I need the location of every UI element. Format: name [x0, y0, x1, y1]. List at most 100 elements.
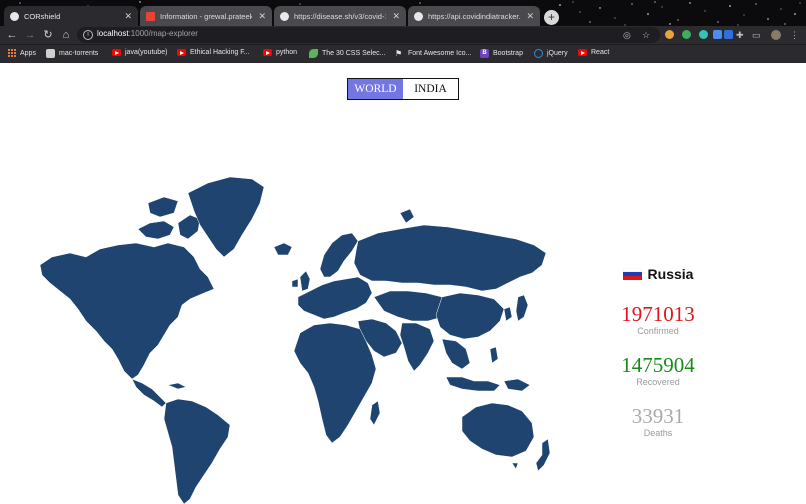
map-region-russia[interactable] — [353, 224, 547, 292]
bookmark-css-selectors[interactable]: The 30 CSS Selec... — [309, 49, 385, 58]
home-icon[interactable]: ⌂ — [59, 28, 73, 42]
close-icon[interactable]: ✕ — [258, 11, 266, 22]
tab-title: https://disease.sh/v3/covid-19/ — [294, 11, 387, 21]
map-region-ellesmere[interactable] — [147, 196, 179, 218]
map-region-madagascar[interactable] — [369, 400, 381, 426]
map-region-novaya-zemlya[interactable] — [399, 208, 415, 224]
map-region-north-america[interactable] — [39, 242, 215, 380]
map-region-tasmania[interactable] — [511, 462, 519, 470]
info-icon[interactable]: i — [83, 30, 93, 40]
map-region-central-america[interactable] — [131, 378, 167, 408]
bookmark-star-icon[interactable]: ☆ — [642, 30, 650, 40]
browser-chrome: CORshield ✕ Information - grewal.prateek… — [0, 0, 806, 63]
close-icon[interactable]: ✕ — [392, 11, 400, 22]
youtube-icon — [112, 49, 121, 56]
map-region-greenland[interactable] — [187, 176, 265, 258]
map-region-new-guinea[interactable] — [503, 378, 531, 392]
bookmark-react[interactable]: React — [578, 49, 609, 56]
map-region-uk[interactable] — [299, 270, 311, 292]
confirmed-value: 1971013 — [621, 302, 695, 326]
region-toggle: WORLD INDIA — [347, 78, 459, 100]
grammarly-extension-icon[interactable] — [699, 30, 708, 39]
recovered-label: Recovered — [636, 377, 680, 387]
address-bar[interactable]: i localhost:1000/map-explorer ◎ ☆ — [77, 27, 660, 43]
bootstrap-icon: B — [480, 49, 489, 58]
map-region-iceland[interactable] — [273, 242, 293, 256]
map-region-scandinavia[interactable] — [319, 232, 359, 278]
recovered-stat: 1475904 Recovered — [600, 354, 716, 387]
bookmark-python[interactable]: python — [263, 49, 297, 56]
youtube-icon — [177, 49, 186, 56]
puzzle-icon[interactable]: ✚ — [736, 30, 744, 40]
extension-icon[interactable] — [724, 30, 733, 39]
url-text: localhost:1000/map-explorer — [97, 29, 198, 38]
menu-kebab-icon[interactable]: ⋮ — [790, 30, 799, 40]
bookmark-apps[interactable]: Apps — [8, 49, 36, 57]
tab-title: CORshield — [24, 11, 61, 21]
shield-extension-icon[interactable] — [682, 30, 691, 39]
extension-icon[interactable] — [713, 30, 722, 39]
map-region-new-zealand[interactable] — [535, 438, 551, 472]
map-region-caribbean[interactable] — [167, 382, 187, 390]
site-icon — [46, 49, 55, 58]
cast-icon[interactable]: ▭ — [752, 30, 761, 40]
bookmark-bootstrap[interactable]: B Bootstrap — [480, 49, 523, 58]
map-region-china[interactable] — [435, 292, 505, 340]
map-region-africa[interactable] — [293, 322, 377, 444]
deaths-value: 33931 — [631, 404, 685, 428]
map-region-southeast-asia[interactable] — [441, 338, 471, 370]
new-tab-button[interactable]: + — [544, 10, 559, 25]
country-name: Russia — [647, 266, 694, 282]
globe-icon — [10, 11, 19, 21]
map-region-south-america[interactable] — [163, 398, 231, 504]
recovered-value: 1475904 — [621, 353, 695, 377]
world-map[interactable] — [38, 173, 558, 504]
russia-flag-icon — [622, 268, 642, 280]
map-region-japan[interactable] — [515, 294, 529, 322]
globe-icon — [280, 11, 289, 21]
bookmark-ethical-hacking[interactable]: Ethical Hacking F... — [177, 49, 250, 56]
map-region-arctic-canada[interactable] — [137, 220, 175, 240]
map-explorer-page: WORLD INDIA Russia 1971013 Confirmed 147… — [0, 63, 806, 504]
india-button[interactable]: INDIA — [403, 79, 458, 99]
world-button[interactable]: WORLD — [348, 79, 403, 99]
leaf-icon — [309, 49, 318, 58]
avatar[interactable] — [771, 30, 781, 40]
deaths-stat: 33931 Deaths — [600, 405, 716, 438]
tab-title: https://api.covidindiatracker.c — [428, 11, 521, 21]
map-region-korea[interactable] — [503, 306, 513, 322]
globe-icon — [414, 11, 423, 21]
youtube-icon — [263, 49, 272, 56]
tab-gmail[interactable]: Information - grewal.prateek1( ✕ — [140, 6, 272, 26]
tab-corshield[interactable]: CORshield ✕ — [4, 6, 138, 26]
close-icon[interactable]: ✕ — [526, 11, 534, 22]
map-region-india[interactable] — [399, 322, 435, 372]
incognito-eye-icon[interactable]: ◎ — [623, 30, 631, 40]
forward-icon[interactable]: → — [23, 28, 37, 42]
map-region-philippines[interactable] — [489, 346, 499, 364]
map-region-baffin[interactable] — [177, 214, 201, 240]
tab-disease-api[interactable]: https://disease.sh/v3/covid-19/ ✕ — [274, 6, 406, 26]
map-region-ireland[interactable] — [291, 278, 299, 288]
bookmark-font-awesome[interactable]: ⚑ Font Awesome Ico... — [395, 49, 471, 58]
reload-icon[interactable]: ↻ — [41, 28, 55, 42]
bookmarks-bar: Apps mac-torrents java(youtube) Ethical … — [0, 44, 806, 63]
confirmed-stat: 1971013 Confirmed — [600, 303, 716, 336]
bookmark-java-youtube[interactable]: java(youtube) — [112, 49, 167, 56]
map-region-indonesia[interactable] — [445, 376, 501, 392]
bookmark-jquery[interactable]: jQuery — [534, 49, 568, 58]
deaths-label: Deaths — [643, 428, 673, 438]
country-stats-panel: Russia 1971013 Confirmed 1475904 Recover… — [600, 263, 716, 438]
browser-toolbar: ← → ↻ ⌂ i localhost:1000/map-explorer ◎ … — [0, 26, 806, 44]
tab-title: Information - grewal.prateek1( — [160, 11, 253, 21]
map-region-australia[interactable] — [461, 402, 535, 458]
country-header: Russia — [600, 263, 716, 285]
gmail-icon — [146, 11, 155, 21]
confirmed-label: Confirmed — [637, 326, 679, 336]
tab-india-api[interactable]: https://api.covidindiatracker.c ✕ — [408, 6, 540, 26]
bookmark-mac-torrents[interactable]: mac-torrents — [46, 49, 98, 58]
extension-icon[interactable] — [665, 30, 674, 39]
back-icon[interactable]: ← — [5, 28, 19, 42]
close-icon[interactable]: ✕ — [124, 11, 132, 22]
tab-strip: CORshield ✕ Information - grewal.prateek… — [0, 4, 806, 26]
